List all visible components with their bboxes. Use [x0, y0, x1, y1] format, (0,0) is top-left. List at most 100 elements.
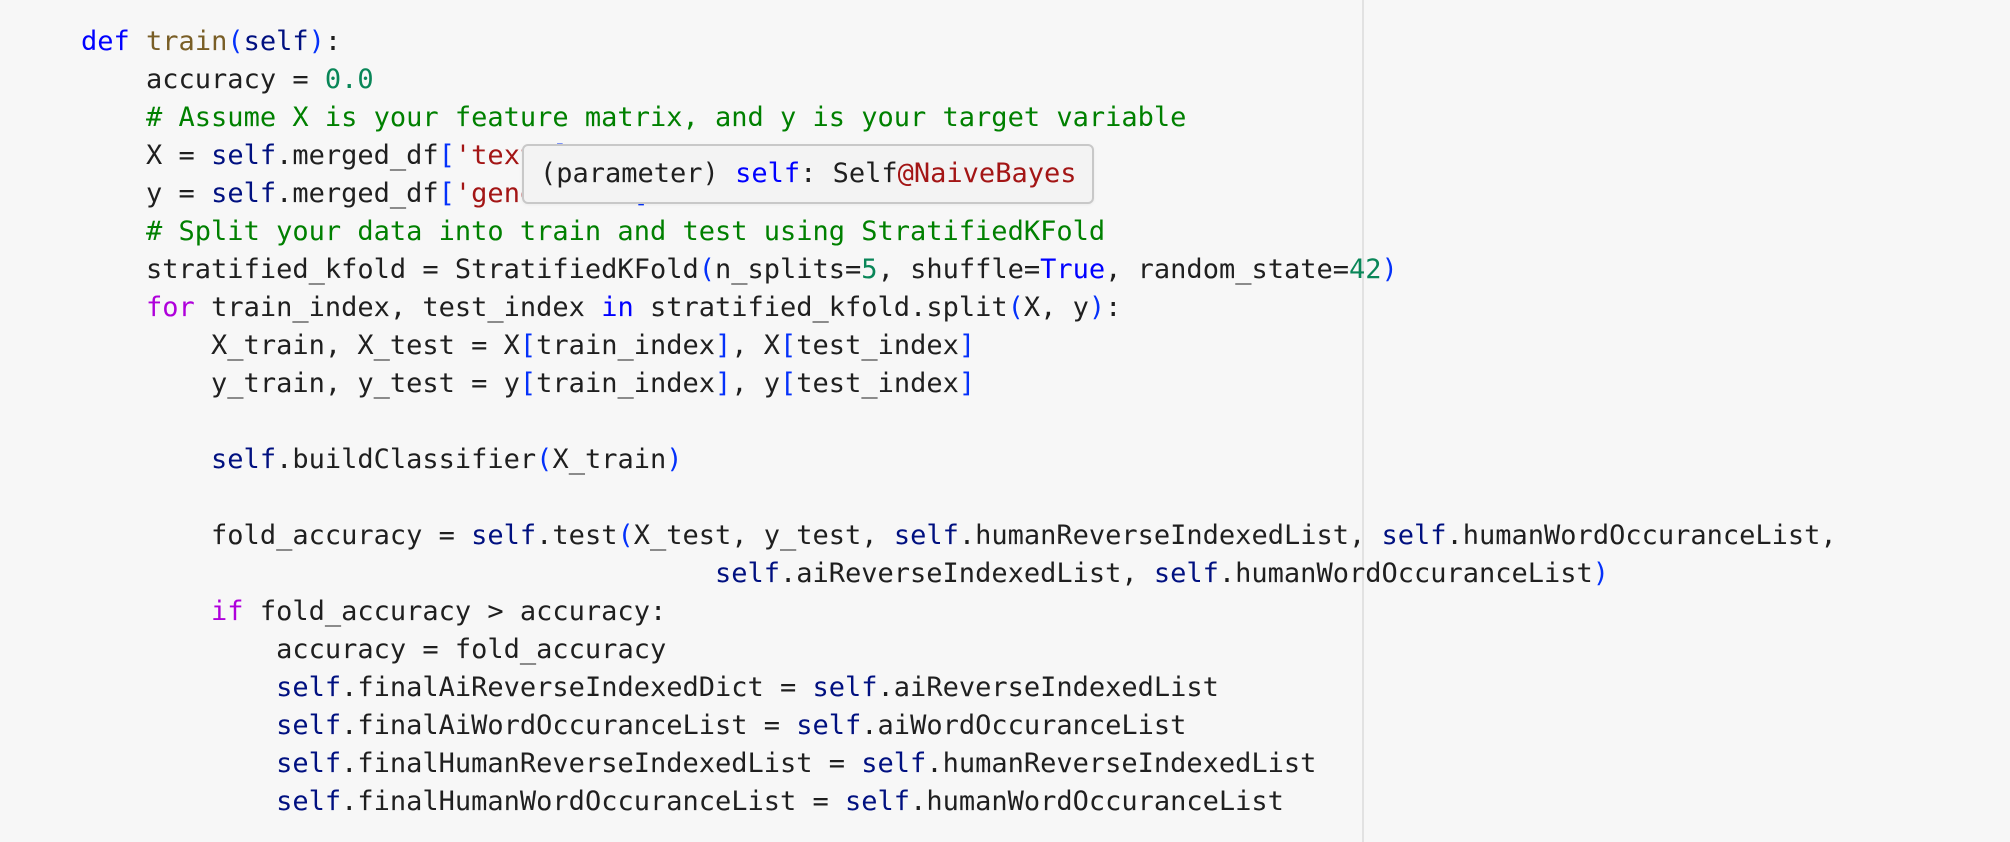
code-token: ]: [714, 330, 732, 361]
code-token: .merged_df: [276, 178, 439, 209]
code-line[interactable]: def train(self):: [0, 23, 1837, 61]
code-line[interactable]: self.finalHumanWordOccuranceList = self.…: [0, 783, 1837, 821]
code-token: (: [536, 444, 553, 475]
code-line[interactable]: fold_accuracy = self.test(X_test, y_test…: [0, 517, 1837, 555]
code-token: self: [796, 710, 862, 741]
code-token: # Split your data into train and test us…: [146, 216, 1106, 247]
code-line[interactable]: self.aiReverseIndexedList, self.humanWor…: [0, 555, 1837, 593]
code-token: (: [617, 520, 634, 551]
code-lines[interactable]: def train(self): accuracy = 0.0 # Assume…: [0, 23, 1837, 821]
code-line[interactable]: self.buildClassifier(X_train): [0, 441, 1837, 479]
code-token: test_index: [796, 330, 959, 361]
code-token: [: [438, 140, 455, 171]
code-token: stratified_kfold = StratifiedKFold: [146, 254, 699, 285]
code-line[interactable]: for train_index, test_index in stratifie…: [0, 289, 1837, 327]
code-token: .aiReverseIndexedList: [877, 672, 1219, 703]
code-token: self: [211, 444, 277, 475]
code-token: .finalHumanWordOccuranceList =: [341, 786, 846, 817]
code-line[interactable]: self.finalHumanReverseIndexedList = self…: [0, 745, 1837, 783]
code-token: , X: [731, 330, 781, 361]
code-line[interactable]: if fold_accuracy > accuracy:: [0, 593, 1837, 631]
code-line[interactable]: self.finalAiWordOccuranceList = self.aiW…: [0, 707, 1837, 745]
code-line[interactable]: self.finalAiReverseIndexedDict = self.ai…: [0, 669, 1837, 707]
code-token: for: [146, 292, 195, 323]
code-line[interactable]: X_train, X_test = X[train_index], X[test…: [0, 327, 1837, 365]
code-token: X_train, X_test = X: [211, 330, 520, 361]
code-token: self: [845, 786, 911, 817]
code-token: fold_accuracy > accuracy:: [243, 596, 667, 627]
code-token: 42: [1349, 254, 1382, 285]
code-token: self: [1381, 520, 1447, 551]
code-token: .humanReverseIndexedList: [926, 748, 1317, 779]
code-token: (: [698, 254, 715, 285]
code-token: accuracy = fold_accuracy: [276, 634, 667, 665]
code-token: train_index, test_index: [194, 292, 602, 323]
code-token: , shuffle=: [877, 254, 1041, 285]
code-token: train: [146, 26, 228, 57]
code-line[interactable]: accuracy = fold_accuracy: [0, 631, 1837, 669]
code-token: [: [780, 368, 797, 399]
code-token: train_index: [536, 330, 715, 361]
code-token: ): [666, 444, 683, 475]
code-token: fold_accuracy =: [211, 520, 472, 551]
code-token: ]: [958, 368, 976, 399]
hover-tooltip: (parameter) self: Self@NaiveBayes: [522, 144, 1095, 204]
code-token: ]: [958, 330, 976, 361]
code-token: .merged_df: [276, 140, 439, 171]
code-line[interactable]: stratified_kfold = StratifiedKFold(n_spl…: [0, 251, 1837, 289]
code-token: self: [861, 748, 927, 779]
code-token: ]: [714, 368, 732, 399]
code-token: .humanWordOccuranceList: [1218, 558, 1593, 589]
code-token: y =: [146, 178, 212, 209]
code-token: self: [243, 26, 309, 57]
code-line[interactable]: [0, 479, 1837, 517]
tooltip-kind: (parameter): [540, 158, 719, 189]
code-line[interactable]: accuracy = 0.0: [0, 61, 1837, 99]
tooltip-type-class: @NaiveBayes: [897, 158, 1077, 189]
code-token: .finalHumanReverseIndexedList =: [341, 748, 862, 779]
code-token: [: [438, 178, 455, 209]
code-token: test_index: [796, 368, 959, 399]
code-token: .finalAiWordOccuranceList =: [341, 710, 797, 741]
code-token: (: [1007, 292, 1024, 323]
code-token: X_test, y_test,: [633, 520, 894, 551]
code-token: .aiReverseIndexedList,: [780, 558, 1154, 589]
code-token: self: [276, 748, 342, 779]
code-token: self: [893, 520, 959, 551]
code-token: , random_state=: [1105, 254, 1349, 285]
code-token: if: [211, 596, 244, 627]
code-line[interactable]: y_train, y_test = y[train_index], y[test…: [0, 365, 1837, 403]
code-token: stratified_kfold.split: [633, 292, 1008, 323]
code-token: .finalAiReverseIndexedDict =: [341, 672, 813, 703]
code-token: [: [519, 330, 537, 361]
code-token: X =: [146, 140, 212, 171]
code-token: self: [471, 520, 537, 551]
code-line[interactable]: # Assume X is your feature matrix, and y…: [0, 99, 1837, 137]
code-token: # Assume X is your feature matrix, and y…: [146, 102, 1187, 133]
code-token: , y: [731, 368, 781, 399]
code-token: self: [1153, 558, 1219, 589]
code-token: self: [211, 178, 277, 209]
code-token: (: [227, 26, 244, 57]
code-token: .humanWordOccuranceList,: [1446, 520, 1837, 551]
code-line[interactable]: # Split your data into train and test us…: [0, 213, 1837, 251]
code-token: [: [519, 368, 537, 399]
code-token: :: [1105, 292, 1122, 323]
code-token: self: [812, 672, 878, 703]
code-token: self: [714, 558, 780, 589]
code-token: ): [308, 26, 325, 57]
code-token: .test: [536, 520, 618, 551]
code-line[interactable]: [0, 403, 1837, 441]
code-token: ): [1592, 558, 1610, 589]
code-token: X_train: [552, 444, 667, 475]
code-token: accuracy =: [146, 64, 325, 95]
code-token: .humanWordOccuranceList: [910, 786, 1284, 817]
code-token: .humanReverseIndexedList,: [958, 520, 1382, 551]
code-token: in: [601, 292, 634, 323]
code-editor[interactable]: def train(self): accuracy = 0.0 # Assume…: [0, 0, 2010, 842]
code-token: True: [1040, 254, 1106, 285]
code-token: 0.0: [324, 64, 374, 95]
tooltip-separator: :: [800, 158, 833, 189]
code-token: self: [276, 786, 342, 817]
